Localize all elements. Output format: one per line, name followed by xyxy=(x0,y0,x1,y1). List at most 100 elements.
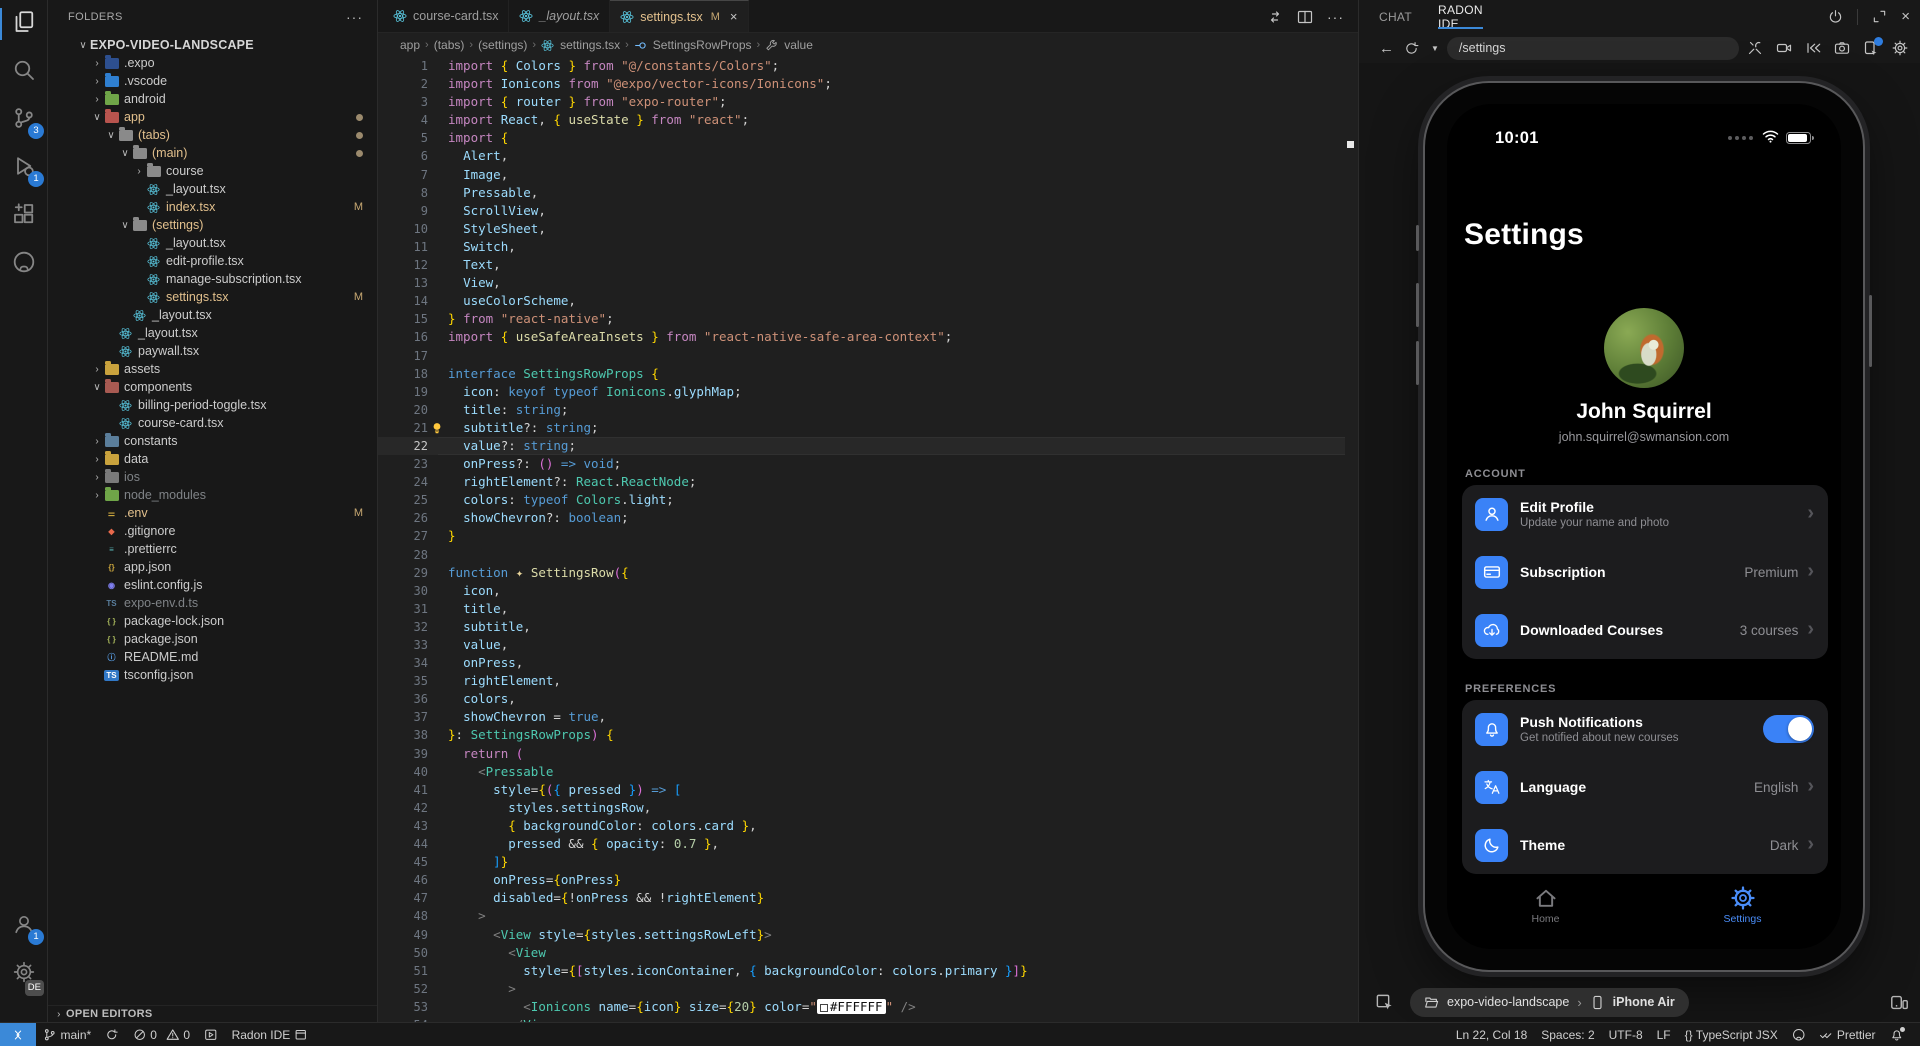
tab-settings.tsx[interactable]: settings.tsxM× xyxy=(610,0,748,32)
tree-item-.env[interactable]: ⚌.envM xyxy=(48,504,377,522)
tree-item-EXPO-VIDEO-LANDSCAPE[interactable]: ∨EXPO-VIDEO-LANDSCAPE xyxy=(48,36,377,54)
tree-item-index.tsx[interactable]: index.tsxM xyxy=(48,198,377,216)
tree-item-node_modules[interactable]: ›node_modules xyxy=(48,486,377,504)
code-line-39[interactable]: 39 return ( xyxy=(378,745,1345,763)
code-line-4[interactable]: 4import React, { useState } from "react"… xyxy=(378,111,1345,129)
code-line-16[interactable]: 16import { useSafeAreaInsets } from "rea… xyxy=(378,328,1345,346)
tree-item-constants[interactable]: ›constants xyxy=(48,432,377,450)
tree-item-manage-subscription.tsx[interactable]: manage-subscription.tsx xyxy=(48,270,377,288)
activity-settings[interactable]: DE xyxy=(0,950,48,998)
tree-item-_layout.tsx[interactable]: _layout.tsx xyxy=(48,324,377,342)
code-line-24[interactable]: 24 rightElement?: React.ReactNode; xyxy=(378,473,1345,491)
code-line-23[interactable]: 23 onPress?: () => void; xyxy=(378,455,1345,473)
settings-row-push-notifications[interactable]: Push NotificationsGet notified about new… xyxy=(1462,700,1828,758)
code-line-18[interactable]: 18interface SettingsRowProps { xyxy=(378,365,1345,383)
screen-recording-button[interactable] xyxy=(1776,40,1792,56)
panel-tab-radon-ide[interactable]: RADON IDE xyxy=(1438,0,1483,33)
phone-screen[interactable]: 10:01 Settings John Squirrel john.squirr… xyxy=(1447,104,1841,949)
code-line-45[interactable]: 45 ]} xyxy=(378,853,1345,871)
code-line-27[interactable]: 27} xyxy=(378,527,1345,545)
breadcrumb-SettingsRowProps[interactable]: SettingsRowProps xyxy=(634,38,752,52)
screenshot-button[interactable] xyxy=(1834,40,1850,56)
code-line-49[interactable]: 49 <View style={styles.settingsRowLeft}> xyxy=(378,926,1345,944)
status-encoding[interactable]: UTF-8 xyxy=(1602,1023,1650,1046)
element-inspector-button[interactable] xyxy=(1375,993,1394,1012)
code-line-15[interactable]: 15} from "react-native"; xyxy=(378,310,1345,328)
code-line-19[interactable]: 19 icon: keyof typeof Ionicons.glyphMap; xyxy=(378,383,1345,401)
code-line-35[interactable]: 35 rightElement, xyxy=(378,672,1345,690)
code-line-29[interactable]: 29function ✦ SettingsRow({ xyxy=(378,564,1345,582)
tree-item-(tabs)[interactable]: ∨(tabs) xyxy=(48,126,377,144)
code-line-33[interactable]: 33 value, xyxy=(378,636,1345,654)
panel-tab-chat[interactable]: CHAT xyxy=(1379,0,1412,33)
code-line-21[interactable]: 21 subtitle?: string; xyxy=(378,419,1345,437)
tree-item-paywall.tsx[interactable]: paywall.tsx xyxy=(48,342,377,360)
tree-item-_layout.tsx[interactable]: _layout.tsx xyxy=(48,180,377,198)
back-button[interactable]: ← xyxy=(1379,40,1394,57)
code-line-5[interactable]: 5import { xyxy=(378,129,1345,147)
status-eol[interactable]: LF xyxy=(1650,1023,1678,1046)
tree-item-_layout.tsx[interactable]: _layout.tsx xyxy=(48,234,377,252)
settings-row-edit-profile[interactable]: Edit ProfileUpdate your name and photo› xyxy=(1462,485,1828,543)
tree-item-app.json[interactable]: {}app.json xyxy=(48,558,377,576)
panel-settings-button[interactable] xyxy=(1892,40,1908,56)
tree-item-course-card.tsx[interactable]: course-card.tsx xyxy=(48,414,377,432)
code-line-32[interactable]: 32 subtitle, xyxy=(378,618,1345,636)
route-url-bar[interactable]: /settings xyxy=(1447,37,1739,60)
code-line-6[interactable]: 6 Alert, xyxy=(378,147,1345,165)
tree-item-.expo[interactable]: ›.expo xyxy=(48,54,377,72)
phone-tab-settings[interactable]: Settings xyxy=(1644,880,1841,940)
status-sync[interactable] xyxy=(98,1023,126,1046)
code-line-12[interactable]: 12 Text, xyxy=(378,256,1345,274)
code-line-53[interactable]: 53 <Ionicons name={icon} size={20} color… xyxy=(378,998,1345,1016)
settings-row-language[interactable]: LanguageEnglish› xyxy=(1462,758,1828,816)
code-line-52[interactable]: 52 > xyxy=(378,980,1345,998)
tab-course-card.tsx[interactable]: course-card.tsx xyxy=(383,0,509,32)
activity-accounts[interactable]: 1 xyxy=(0,902,48,950)
tree-item-_layout.tsx[interactable]: _layout.tsx xyxy=(48,306,377,324)
code-line-22[interactable]: 22 value?: string; xyxy=(378,437,1345,455)
code-line-40[interactable]: 40 <Pressable xyxy=(378,763,1345,781)
tree-item-android[interactable]: ›android xyxy=(48,90,377,108)
panel-layout-button[interactable] xyxy=(1890,993,1909,1012)
replay-button[interactable] xyxy=(1805,40,1821,56)
code-line-34[interactable]: 34 onPress, xyxy=(378,654,1345,672)
code-line-13[interactable]: 13 View, xyxy=(378,274,1345,292)
status-indentation[interactable]: Spaces: 2 xyxy=(1534,1023,1601,1046)
code-line-37[interactable]: 37 showChevron = true, xyxy=(378,708,1345,726)
code-line-30[interactable]: 30 icon, xyxy=(378,582,1345,600)
activity-run-debug[interactable]: 1 xyxy=(0,144,48,192)
code-line-50[interactable]: 50 <View xyxy=(378,944,1345,962)
code-line-47[interactable]: 47 disabled={!onPress && !rightElement} xyxy=(378,889,1345,907)
open-changes-icon[interactable] xyxy=(1267,9,1283,25)
code-line-28[interactable]: 28 xyxy=(378,546,1345,564)
code-line-14[interactable]: 14 useColorScheme, xyxy=(378,292,1345,310)
tree-item-README.md[interactable]: ⓘREADME.md xyxy=(48,648,377,666)
code-editor[interactable]: 1import { Colors } from "@/constants/Col… xyxy=(378,57,1345,1022)
activity-extensions[interactable] xyxy=(0,192,48,240)
remote-indicator[interactable] xyxy=(0,1023,36,1046)
breadcrumb-app[interactable]: app xyxy=(400,38,420,52)
settings-row-theme[interactable]: ThemeDark› xyxy=(1462,816,1828,874)
code-line-42[interactable]: 42 styles.settingsRow, xyxy=(378,799,1345,817)
open-editors-header[interactable]: › OPEN EDITORS xyxy=(48,1005,377,1022)
activity-search[interactable] xyxy=(0,48,48,96)
code-line-38[interactable]: 38}: SettingsRowProps) { xyxy=(378,726,1345,744)
breadcrumb-value[interactable]: value xyxy=(765,38,813,52)
code-line-7[interactable]: 7 Image, xyxy=(378,166,1345,184)
tree-item-edit-profile.tsx[interactable]: edit-profile.tsx xyxy=(48,252,377,270)
activity-github[interactable] xyxy=(0,240,48,288)
expand-panel-button[interactable] xyxy=(1872,9,1887,24)
status-language-mode[interactable]: {} TypeScript JSX xyxy=(1678,1023,1785,1046)
close-icon[interactable]: × xyxy=(730,9,738,24)
split-editor-icon[interactable] xyxy=(1297,9,1313,25)
power-button[interactable] xyxy=(1828,9,1843,24)
lightbulb-icon[interactable] xyxy=(430,421,444,435)
code-line-8[interactable]: 8 Pressable, xyxy=(378,184,1345,202)
tree-item-package.json[interactable]: { }package.json xyxy=(48,630,377,648)
tree-item-.prettierrc[interactable]: ≡.prettierrc xyxy=(48,540,377,558)
dev-tools-button[interactable] xyxy=(1747,40,1763,56)
tree-item-.gitignore[interactable]: ◆.gitignore xyxy=(48,522,377,540)
tree-item-app[interactable]: ∨app xyxy=(48,108,377,126)
tree-item-expo-env.d.ts[interactable]: TSexpo-env.d.ts xyxy=(48,594,377,612)
